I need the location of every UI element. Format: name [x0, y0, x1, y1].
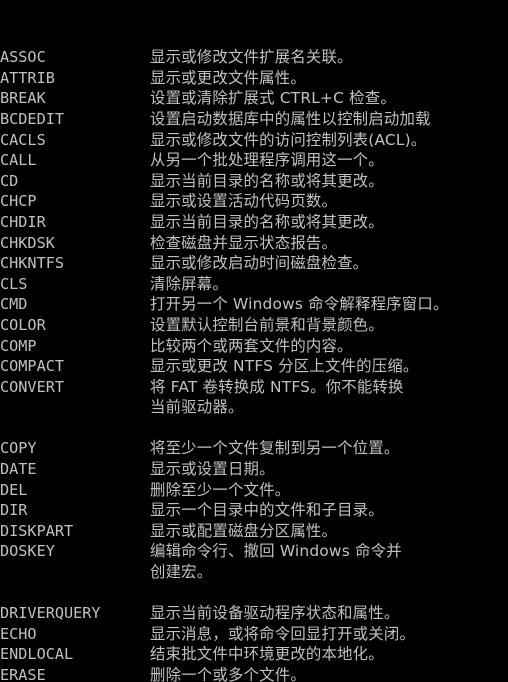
command-row: CACLS 显示或修改文件的访问控制列表(ACL)。 [0, 130, 508, 151]
prompt-line: D:\>help [0, 3, 508, 24]
command-description: 设置启动数据库中的属性以控制启动加载 [150, 109, 431, 128]
command-row: BCDEDIT 设置启动数据库中的属性以控制启动加载 [0, 109, 508, 130]
command-description: 打开另一个 Windows 命令解释程序窗口。 [150, 295, 449, 314]
command-name: COPY [0, 439, 37, 458]
command-description: 将至少一个文件复制到另一个位置。 [150, 439, 400, 458]
command-description: 显示当前目录的名称或将其更改。 [150, 212, 384, 231]
command-description: 显示或更改 NTFS 分区上文件的压缩。 [150, 357, 419, 376]
command-name: CD [0, 171, 19, 190]
command-name: CHDIR [0, 212, 46, 231]
command-description: 显示或修改文件的访问控制列表(ACL)。 [150, 130, 427, 149]
command-name: CACLS [0, 130, 46, 149]
command-description: 显示当前目录的名称或将其更改。 [150, 171, 384, 190]
command-continuation-row: 创建宏。 [0, 562, 508, 583]
command-description: 创建宏。 [150, 563, 213, 582]
command-continuation-row [0, 418, 508, 439]
command-row: CONVERT 将 FAT 卷转换成 NTFS。你不能转换 [0, 377, 508, 398]
command-description: 设置默认控制台前景和背景颜色。 [150, 315, 384, 334]
command-name: BCDEDIT [0, 109, 65, 128]
help-intro-line: 有关某个命令的详细信息，请键入 HELP 命令名 [0, 24, 508, 45]
command-row: DEL 删除至少一个文件。 [0, 480, 508, 501]
command-description: 显示或修改文件扩展名关联。 [150, 48, 353, 67]
command-name: ECHO [0, 624, 37, 643]
command-name: DATE [0, 460, 37, 479]
command-row: COMPACT 显示或更改 NTFS 分区上文件的压缩。 [0, 356, 508, 377]
command-name: DEL [0, 480, 28, 499]
command-row: CHKDSK 检查磁盘并显示状态报告。 [0, 233, 508, 254]
command-continuation-row: 当前驱动器。 [0, 397, 508, 418]
command-row: ECHO 显示消息，或将命令回显打开或关闭。 [0, 624, 508, 645]
command-row: DOSKEY 编辑命令行、撤回 Windows 命令并 [0, 541, 508, 562]
command-name: ATTRIB [0, 68, 55, 87]
command-name: CHKDSK [0, 233, 55, 252]
command-name: CHCP [0, 192, 37, 211]
command-description: 设置或清除扩展式 CTRL+C 检查。 [150, 89, 396, 108]
command-description: 显示或设置活动代码页数。 [150, 192, 338, 211]
command-description: 结束批文件中环境更改的本地化。 [150, 645, 384, 664]
command-description: 显示消息，或将命令回显打开或关闭。 [150, 624, 416, 643]
command-row: COPY 将至少一个文件复制到另一个位置。 [0, 438, 508, 459]
command-row: ERASE 删除一个或多个文件。 [0, 665, 508, 682]
command-description: 从另一个批处理程序调用这一个。 [150, 151, 384, 170]
command-row: BREAK 设置或清除扩展式 CTRL+C 检查。 [0, 88, 508, 109]
command-row: DISKPART 显示或配置磁盘分区属性。 [0, 521, 508, 542]
command-row: ENDLOCAL 结束批文件中环境更改的本地化。 [0, 644, 508, 665]
command-row: ATTRIB 显示或更改文件属性。 [0, 68, 508, 89]
command-row: CHKNTFS 显示或修改启动时间磁盘检查。 [0, 253, 508, 274]
command-name: CONVERT [0, 377, 65, 396]
command-name: DISKPART [0, 521, 74, 540]
command-name: COMP [0, 336, 37, 355]
command-row: ASSOC 显示或修改文件扩展名关联。 [0, 47, 508, 68]
command-name: CALL [0, 151, 37, 170]
command-row: COLOR 设置默认控制台前景和背景颜色。 [0, 315, 508, 336]
command-list: ASSOC 显示或修改文件扩展名关联。 ATTRIB 显示或更改文件属性。 BREAK 设… [0, 47, 508, 682]
command-row: CHCP 显示或设置活动代码页数。 [0, 191, 508, 212]
command-description: 显示或更改文件属性。 [150, 68, 306, 87]
command-description: 当前驱动器。 [150, 398, 244, 417]
command-name: ERASE [0, 666, 46, 682]
command-row: COMP 比较两个或两套文件的内容。 [0, 336, 508, 357]
command-name: DIR [0, 501, 28, 520]
command-row: CLS 清除屏幕。 [0, 274, 508, 295]
command-name: CLS [0, 274, 28, 293]
command-name: BREAK [0, 89, 46, 108]
command-description: 显示或修改启动时间磁盘检查。 [150, 254, 369, 273]
command-row: CD 显示当前目录的名称或将其更改。 [0, 171, 508, 192]
command-row: CHDIR 显示当前目录的名称或将其更改。 [0, 212, 508, 233]
command-row: DIR 显示一个目录中的文件和子目录。 [0, 500, 508, 521]
command-name: ASSOC [0, 48, 46, 67]
command-row: CMD 打开另一个 Windows 命令解释程序窗口。 [0, 294, 508, 315]
command-description: 比较两个或两套文件的内容。 [150, 336, 353, 355]
command-description: 编辑命令行、撤回 Windows 命令并 [150, 542, 402, 561]
command-name: CMD [0, 295, 28, 314]
command-description: 将 FAT 卷转换成 NTFS。你不能转换 [150, 377, 404, 396]
command-row: CALL 从另一个批处理程序调用这一个。 [0, 150, 508, 171]
command-description: 显示当前设备驱动程序状态和属性。 [150, 604, 400, 623]
command-description: 显示或设置日期。 [150, 460, 275, 479]
terminal-console[interactable]: D:\>help 有关某个命令的详细信息，请键入 HELP 命令名 ASSOC 显… [0, 0, 508, 682]
command-name: CHKNTFS [0, 254, 65, 273]
command-name: DOSKEY [0, 542, 55, 561]
command-description: 删除一个或多个文件。 [150, 666, 306, 682]
command-continuation-row [0, 583, 508, 604]
command-description: 显示或配置磁盘分区属性。 [150, 521, 338, 540]
command-description: 清除屏幕。 [150, 274, 228, 293]
command-name: ENDLOCAL [0, 645, 74, 664]
command-row: DRIVERQUERY 显示当前设备驱动程序状态和属性。 [0, 603, 508, 624]
command-description: 显示一个目录中的文件和子目录。 [150, 501, 384, 520]
command-name: DRIVERQUERY [0, 604, 101, 623]
command-row: DATE 显示或设置日期。 [0, 459, 508, 480]
command-name: COMPACT [0, 357, 65, 376]
command-name: COLOR [0, 315, 46, 334]
command-description: 检查磁盘并显示状态报告。 [150, 233, 338, 252]
command-description: 删除至少一个文件。 [150, 480, 291, 499]
